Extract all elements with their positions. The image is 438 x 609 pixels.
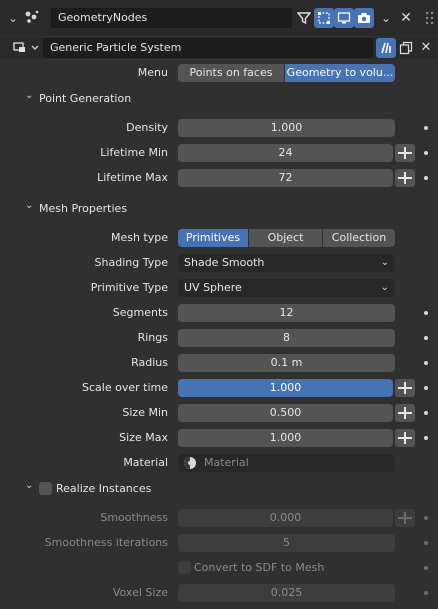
- rings-field[interactable]: 8: [178, 329, 395, 347]
- convert-sdf-checkbox[interactable]: [178, 561, 191, 574]
- filter-funnel-icon[interactable]: [294, 8, 314, 28]
- node-socket-icon[interactable]: [395, 429, 415, 447]
- shading-type-label: Shading Type: [94, 256, 168, 269]
- keyframe-dot-icon[interactable]: [424, 311, 428, 315]
- lifetime-min-label: Lifetime Min: [100, 146, 168, 159]
- lifetime-max-label: Lifetime Max: [97, 171, 168, 184]
- density-field[interactable]: 1.000: [178, 119, 395, 137]
- voxel-size-label: Voxel Size: [112, 586, 168, 599]
- shading-type-dropdown[interactable]: Shade Smooth ⌄: [178, 254, 395, 272]
- keyframe-dot-icon[interactable]: [424, 516, 428, 520]
- smoothness-field[interactable]: 0.000: [178, 509, 393, 527]
- keyframe-dot-icon[interactable]: [424, 541, 428, 545]
- voxel-size-field[interactable]: 0.025: [178, 584, 395, 602]
- node-socket-icon[interactable]: [395, 169, 415, 187]
- chevron-down-icon: ⌄: [380, 282, 389, 293]
- size-min-field[interactable]: 0.500: [178, 404, 393, 422]
- material-placeholder: Material: [204, 456, 249, 469]
- smoothness-iterations-label: Smoothness iterations: [44, 536, 168, 549]
- size-min-label: Size Min: [122, 406, 168, 419]
- node-tree-browse-icon[interactable]: [12, 40, 42, 56]
- convert-sdf-label[interactable]: Convert to SDF to Mesh: [194, 561, 324, 574]
- node-socket-icon[interactable]: [395, 379, 415, 397]
- node-socket-icon[interactable]: [395, 509, 415, 527]
- density-label: Density: [126, 121, 168, 134]
- segments-label: Segments: [112, 306, 168, 319]
- realize-instances-checkbox[interactable]: [39, 482, 52, 495]
- node-group-field[interactable]: Generic Particle System: [43, 38, 373, 58]
- scale-over-time-field[interactable]: 1.000: [178, 379, 393, 397]
- viewport-display-icon[interactable]: [334, 8, 354, 28]
- realize-instances-chevron-icon[interactable]: ⌄: [25, 480, 33, 491]
- unlink-close-icon[interactable]: ✕: [416, 38, 436, 58]
- chevron-down-icon: ⌄: [380, 257, 389, 268]
- lifetime-max-field[interactable]: 72: [178, 169, 393, 187]
- keyframe-dot-icon[interactable]: [424, 126, 428, 130]
- modifier-name-field[interactable]: GeometryNodes: [51, 8, 292, 28]
- keyframe-dot-icon[interactable]: [424, 386, 428, 390]
- keyframe-dot-icon[interactable]: [424, 436, 428, 440]
- scale-over-time-label: Scale over time: [82, 381, 168, 394]
- mesh-type-primitives[interactable]: Primitives: [178, 229, 248, 247]
- menu-option-points-on-faces[interactable]: Points on faces: [178, 64, 284, 82]
- keyframe-dot-icon[interactable]: [424, 411, 428, 415]
- point-generation-title[interactable]: Point Generation: [39, 92, 131, 105]
- keyframe-dot-icon[interactable]: [424, 591, 428, 595]
- smoothness-iterations-field[interactable]: 5: [178, 534, 395, 552]
- mesh-properties-chevron-icon[interactable]: ⌄: [25, 200, 33, 211]
- realize-instances-title[interactable]: Realize Instances: [56, 482, 151, 495]
- point-generation-chevron-icon[interactable]: ⌄: [25, 90, 33, 101]
- delete-modifier-close-icon[interactable]: ✕: [396, 8, 416, 28]
- node-socket-icon[interactable]: [395, 144, 415, 162]
- geometry-nodes-icon: [24, 10, 40, 24]
- duplicate-icon[interactable]: [396, 38, 416, 58]
- material-label: Material: [123, 456, 168, 469]
- material-sphere-icon: [183, 456, 197, 470]
- keyframe-dot-icon[interactable]: [424, 151, 428, 155]
- keyframe-dot-icon[interactable]: [424, 336, 428, 340]
- material-field[interactable]: Material: [178, 454, 395, 472]
- mesh-type-collection[interactable]: Collection: [323, 229, 395, 247]
- keyframe-dot-icon[interactable]: [424, 176, 428, 180]
- mesh-properties-title[interactable]: Mesh Properties: [39, 202, 127, 215]
- menu-label: Menu: [137, 66, 168, 79]
- fake-user-icon[interactable]: [376, 38, 396, 58]
- radius-label: Radius: [131, 356, 168, 369]
- segments-field[interactable]: 12: [178, 304, 395, 322]
- collapse-chevron-icon[interactable]: ⌄: [6, 8, 20, 28]
- render-camera-icon[interactable]: [354, 8, 374, 28]
- keyframe-dot-icon[interactable]: [424, 566, 428, 570]
- header-menu-chevron-icon[interactable]: ⌄: [376, 8, 396, 28]
- edit-mode-icon[interactable]: [314, 8, 334, 28]
- shading-type-value: Shade Smooth: [184, 256, 265, 269]
- mesh-type-object[interactable]: Object: [249, 229, 322, 247]
- mesh-type-label: Mesh type: [110, 231, 168, 244]
- lifetime-min-field[interactable]: 24: [178, 144, 393, 162]
- primitive-type-label: Primitive Type: [90, 281, 168, 294]
- size-max-field[interactable]: 1.000: [178, 429, 393, 447]
- size-max-label: Size Max: [119, 431, 168, 444]
- keyframe-dot-icon[interactable]: [424, 361, 428, 365]
- drag-handle-icon[interactable]: [423, 10, 437, 26]
- primitive-type-dropdown[interactable]: UV Sphere ⌄: [178, 279, 395, 297]
- rings-label: Rings: [137, 331, 168, 344]
- node-socket-icon[interactable]: [395, 404, 415, 422]
- menu-option-geometry-to-volume[interactable]: Geometry to volu...: [285, 64, 395, 82]
- smoothness-label: Smoothness: [100, 511, 168, 524]
- radius-field[interactable]: 0.1 m: [178, 354, 395, 372]
- primitive-type-value: UV Sphere: [184, 281, 242, 294]
